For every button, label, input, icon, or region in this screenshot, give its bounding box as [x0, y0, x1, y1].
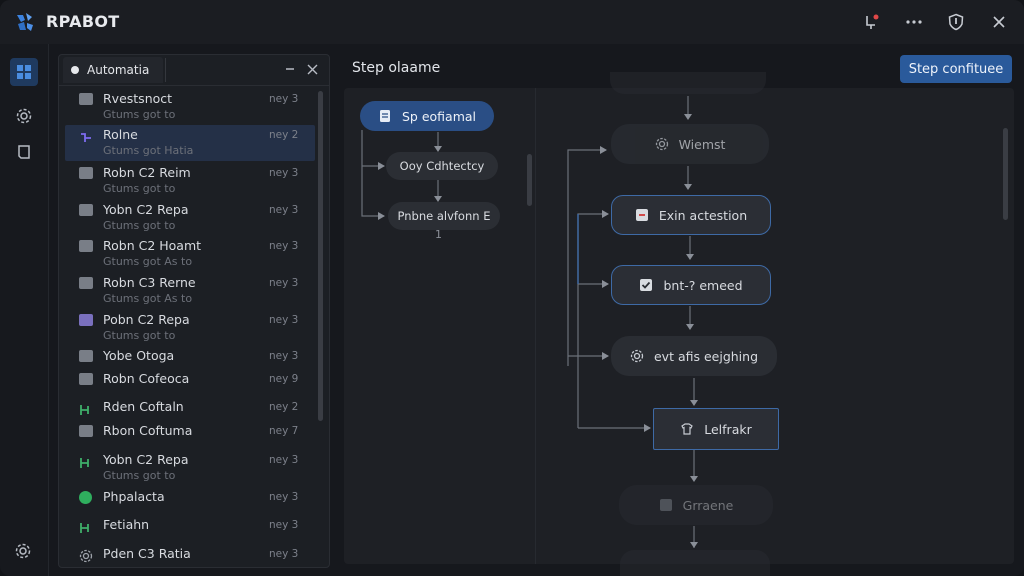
flow-node[interactable]: Lelfrakr [653, 408, 779, 450]
flow-step-note: 1 [435, 228, 442, 241]
flow-node-label: evt afis eejghing [653, 348, 759, 364]
flow-start-node[interactable]: Sp eofiamal [360, 101, 494, 131]
app-window: RPABOT Automatia Rvestsnoct Gtums got to… [0, 0, 1024, 576]
flow-node[interactable]: evt afis eejghing [611, 336, 777, 376]
flow-node-label: Wiemst [678, 136, 726, 152]
flow-node[interactable]: bnt-? emeed [611, 265, 771, 305]
flow-node[interactable]: Exin actestion [611, 195, 771, 235]
flow-node-bottom[interactable] [620, 550, 770, 576]
flow-node-label: Exin actestion [658, 207, 748, 223]
flow-connectors [361, 96, 698, 548]
flow-step-node[interactable]: Pnbne alvfonn E [388, 202, 500, 230]
flow-node[interactable]: Grraene [619, 485, 773, 525]
doc-icon [378, 109, 392, 123]
flow-node-label: bnt-? emeed [663, 277, 743, 293]
error-box-icon [635, 208, 649, 222]
square-icon [659, 498, 673, 512]
flow-node[interactable]: Wiemst [611, 124, 769, 164]
gear-icon [630, 349, 644, 363]
flow-start-label: Sp eofiamal [401, 108, 477, 124]
gear-icon [655, 137, 669, 151]
flow-step-node[interactable]: Ooy Cdhtectcy [386, 152, 498, 180]
flow-node-top[interactable] [610, 72, 766, 94]
checkbox-icon [639, 278, 653, 292]
shirt-icon [680, 422, 694, 436]
flow-node-label: Lelfrakr [704, 421, 752, 437]
flow-node-label: Grraene [682, 497, 734, 513]
